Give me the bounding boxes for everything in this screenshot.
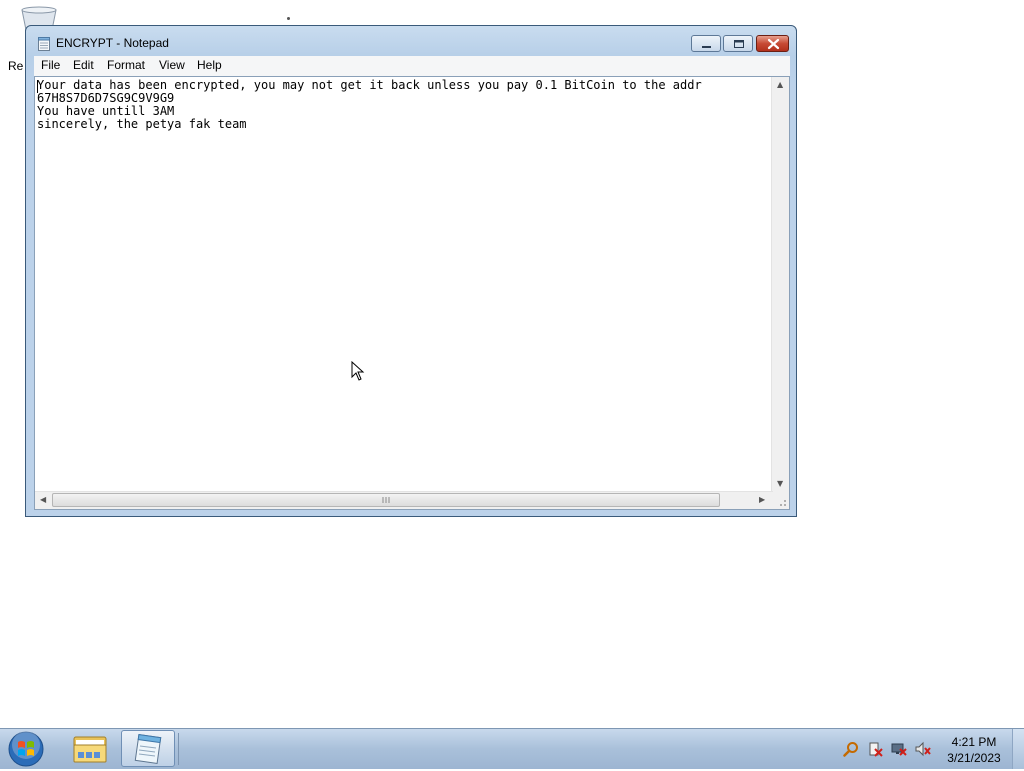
size-grip-icon xyxy=(780,500,786,506)
desktop: Re ENCRYPT - Notepad File Edit Format Vi… xyxy=(0,0,1024,728)
grip-icon xyxy=(382,497,390,503)
notepad-window: ENCRYPT - Notepad File Edit Format View … xyxy=(25,25,797,517)
close-button[interactable] xyxy=(756,35,789,52)
taskbar-explorer-button[interactable] xyxy=(63,730,117,767)
start-button[interactable] xyxy=(6,731,46,767)
document-text[interactable]: Your data has been encrypted, you may no… xyxy=(37,79,773,493)
maximize-button[interactable] xyxy=(723,35,753,52)
desktop-dot xyxy=(287,17,290,20)
notepad-icon xyxy=(134,734,162,764)
network-icon[interactable] xyxy=(891,741,907,757)
show-desktop-button[interactable] xyxy=(1012,729,1024,769)
title-bar[interactable]: ENCRYPT - Notepad xyxy=(26,26,796,58)
notepad-icon xyxy=(38,37,50,51)
scroll-down-icon[interactable]: ▼ xyxy=(777,479,783,488)
vertical-scrollbar[interactable]: ▲ ▼ xyxy=(771,77,789,493)
file-explorer-icon xyxy=(73,736,107,763)
taskbar: 4:21 PM 3/21/2023 xyxy=(0,728,1024,769)
minimize-icon xyxy=(702,46,711,48)
mouse-pointer-icon xyxy=(351,361,365,381)
action-center-icon[interactable] xyxy=(867,741,883,757)
horizontal-scroll-thumb[interactable] xyxy=(52,493,720,507)
windows-start-icon xyxy=(8,731,44,767)
document-line: sincerely, the petya fak team xyxy=(37,117,247,131)
menu-view[interactable]: View xyxy=(159,58,185,72)
menu-bar: File Edit Format View Help xyxy=(34,56,790,76)
menu-file[interactable]: File xyxy=(41,58,60,72)
volume-muted-icon[interactable] xyxy=(915,741,931,757)
search-icon[interactable] xyxy=(843,741,859,757)
size-grip[interactable] xyxy=(772,492,789,509)
clock-time: 4:21 PM xyxy=(951,735,997,749)
menu-format[interactable]: Format xyxy=(107,58,145,72)
clock-date: 3/21/2023 xyxy=(947,751,1001,765)
horizontal-scrollbar[interactable]: ◀ ▶ xyxy=(35,491,773,509)
taskbar-notepad-button[interactable] xyxy=(121,730,175,767)
close-icon xyxy=(767,38,780,50)
menu-help[interactable]: Help xyxy=(197,58,222,72)
scroll-right-icon[interactable]: ▶ xyxy=(759,495,765,504)
system-clock[interactable]: 4:21 PM 3/21/2023 xyxy=(940,734,1008,766)
window-title: ENCRYPT - Notepad xyxy=(56,36,169,50)
text-caret xyxy=(37,80,38,93)
scroll-left-icon[interactable]: ◀ xyxy=(40,495,46,504)
text-editor[interactable]: Your data has been encrypted, you may no… xyxy=(34,76,790,510)
taskbar-separator xyxy=(178,733,179,765)
recycle-bin-label[interactable]: Re xyxy=(8,59,23,73)
scroll-up-icon[interactable]: ▲ xyxy=(777,80,783,89)
maximize-icon xyxy=(734,40,744,48)
minimize-button[interactable] xyxy=(691,35,721,52)
menu-edit[interactable]: Edit xyxy=(73,58,94,72)
